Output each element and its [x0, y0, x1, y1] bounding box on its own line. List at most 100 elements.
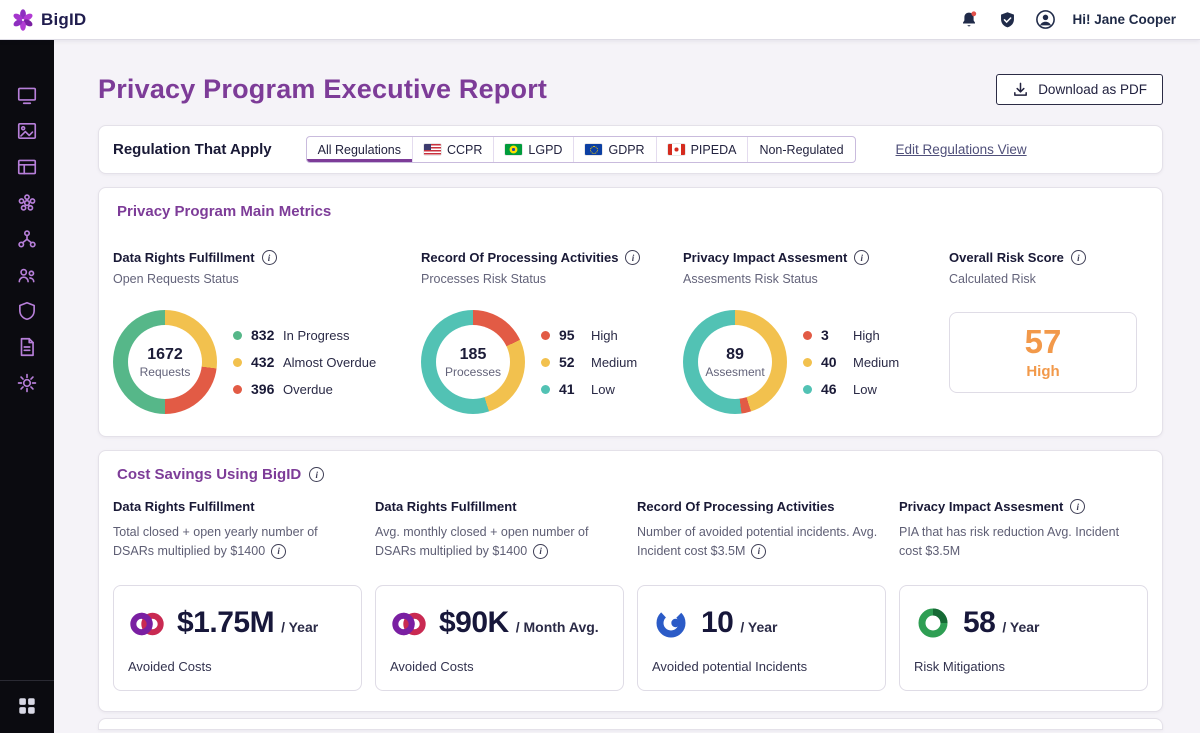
legend-item: 41Low: [541, 381, 637, 397]
legend-item: 396Overdue: [233, 381, 376, 397]
legend-dot: [233, 385, 242, 394]
cost-column-title: Data Rights Fulfillment: [375, 499, 517, 514]
stat-unit: / Year: [281, 619, 318, 635]
info-icon[interactable]: [751, 544, 766, 559]
legend-item: 432Almost Overdue: [233, 354, 376, 370]
donut-chart: 185 Processes: [421, 310, 525, 414]
bigid-mark-icon: [128, 604, 166, 642]
regulation-tab-pipeda[interactable]: PIPEDA: [657, 137, 749, 162]
stat-value: $90K: [439, 606, 509, 640]
download-pdf-button[interactable]: Download as PDF: [996, 74, 1163, 105]
user-greeting: Hi! Jane Cooper: [1072, 12, 1176, 27]
users-icon[interactable]: [16, 264, 38, 286]
inventory-icon[interactable]: [16, 156, 38, 178]
overall-risk-subtitle: Calculated Risk: [949, 272, 1148, 286]
info-icon[interactable]: [854, 250, 869, 265]
donut-center-value: 185: [460, 346, 487, 364]
donut-center-value: 89: [726, 346, 744, 364]
regulation-tab-gdpr[interactable]: GDPR: [574, 137, 656, 162]
donut-legend: 3High40Medium46Low: [803, 310, 899, 414]
metric-column-subtitle: Assesments Risk Status: [683, 272, 949, 286]
settings-gear-icon[interactable]: [16, 372, 38, 394]
cost-column-description: Total closed + open yearly number of DSA…: [113, 523, 362, 577]
stat-unit: / Month Avg.: [516, 619, 599, 635]
info-icon[interactable]: [1070, 499, 1085, 514]
legend-item: 832In Progress: [233, 327, 376, 343]
eu-flag-icon: [585, 144, 602, 155]
risk-score-level: High: [1026, 363, 1059, 380]
cost-savings-card: Cost Savings Using BigID Data Rights Ful…: [98, 450, 1163, 712]
user-account-icon[interactable]: [1034, 9, 1056, 31]
regulation-tab-ccpr[interactable]: CCPR: [413, 137, 494, 162]
topbar: BigID Hi! Jane Cooper: [0, 0, 1200, 40]
main-metrics-title: Privacy Program Main Metrics: [113, 203, 331, 220]
metric-column: Privacy Impact Assesment Assesments Risk…: [683, 250, 949, 414]
stat-label: Risk Mitigations: [914, 659, 1133, 674]
ca-flag-icon: [668, 144, 685, 155]
regulation-tab-lgpd[interactable]: LGPD: [494, 137, 574, 162]
donut-center-label: Requests: [140, 365, 191, 379]
risk-score-value: 57: [1025, 325, 1062, 358]
stat-box: $90K / Month Avg. Avoided Costs: [375, 585, 624, 691]
reports-icon[interactable]: [16, 120, 38, 142]
bigid-mark-icon: [390, 604, 428, 642]
policies-shield-icon[interactable]: [16, 300, 38, 322]
download-pdf-label: Download as PDF: [1038, 82, 1147, 97]
privacy-shield-icon[interactable]: [996, 9, 1018, 31]
metrics-grid: Data Rights Fulfillment Open Requests St…: [113, 250, 1148, 414]
regulation-tabs: All RegulationsCCPRLGPDGDPRPIPEDANon-Reg…: [306, 136, 856, 163]
metric-column-title: Record Of Processing Activities: [421, 250, 618, 265]
legend-dot: [233, 331, 242, 340]
classification-icon[interactable]: [16, 192, 38, 214]
regulations-card: Regulation That Apply All RegulationsCCP…: [98, 125, 1163, 174]
donut-legend: 832In Progress 432Almost Overdue 396Overdu…: [233, 310, 376, 414]
edit-regulations-link[interactable]: Edit Regulations View: [896, 142, 1027, 157]
cost-column-title: Record Of Processing Activities: [637, 499, 834, 514]
regulation-tab-non-regulated[interactable]: Non-Regulated: [748, 137, 854, 162]
info-icon[interactable]: [309, 467, 324, 482]
br-flag-icon: [505, 144, 522, 155]
regulation-tab-all-regulations[interactable]: All Regulations: [307, 137, 413, 162]
incidents-blue-icon: [652, 604, 690, 642]
legend-dot: [233, 358, 242, 367]
cost-column-description: Avg. monthly closed + open number of DSA…: [375, 523, 624, 577]
cost-column-description: Number of avoided potential incidents. A…: [637, 523, 886, 577]
cost-savings-title: Cost Savings Using BigID: [113, 466, 301, 483]
overall-risk-title: Overall Risk Score: [949, 250, 1064, 265]
info-icon[interactable]: [1071, 250, 1086, 265]
donut-chart: 1672 Requests: [113, 310, 217, 414]
legend-item: 40Medium: [803, 354, 899, 370]
cost-column-title: Data Rights Fulfillment: [113, 499, 255, 514]
stat-label: Avoided Costs: [128, 659, 347, 674]
sidebar-divider: [0, 680, 54, 681]
cost-column: Record Of Processing Activities Number o…: [637, 499, 886, 691]
stat-box: 58 / Year Risk Mitigations: [899, 585, 1148, 691]
next-card-peek: [98, 718, 1163, 730]
legend-dot: [541, 385, 550, 394]
page-title: Privacy Program Executive Report: [98, 74, 547, 105]
donut-center-value: 1672: [147, 346, 183, 364]
requests-document-icon[interactable]: [16, 336, 38, 358]
legend-item: 46Low: [803, 381, 899, 397]
donut-legend: 95High52Medium41Low: [541, 310, 637, 414]
apps-grid-icon[interactable]: [16, 695, 38, 717]
info-icon[interactable]: [533, 544, 548, 559]
relations-icon[interactable]: [16, 228, 38, 250]
bigid-logo[interactable]: BigID: [10, 7, 86, 33]
info-icon[interactable]: [625, 250, 640, 265]
mitigation-green-icon: [914, 604, 952, 642]
donut-center-label: Processes: [445, 365, 501, 379]
donut-center-label: Assesment: [705, 365, 764, 379]
info-icon[interactable]: [262, 250, 277, 265]
stat-value: $1.75M: [177, 606, 274, 640]
stat-box: $1.75M / Year Avoided Costs: [113, 585, 362, 691]
notifications-bell-icon[interactable]: [958, 9, 980, 31]
cost-column-description: PIA that has risk reduction Avg. Inciden…: [899, 523, 1148, 577]
cost-column: Data Rights Fulfillment Total closed + o…: [113, 499, 362, 691]
dashboard-icon[interactable]: [16, 84, 38, 106]
overall-risk-column: Overall Risk Score Calculated Risk 57 Hi…: [949, 250, 1148, 414]
info-icon[interactable]: [271, 544, 286, 559]
metric-column: Record Of Processing Activities Processe…: [421, 250, 683, 414]
cost-grid: Data Rights Fulfillment Total closed + o…: [113, 499, 1148, 691]
bigid-pinwheel-icon: [10, 7, 36, 33]
